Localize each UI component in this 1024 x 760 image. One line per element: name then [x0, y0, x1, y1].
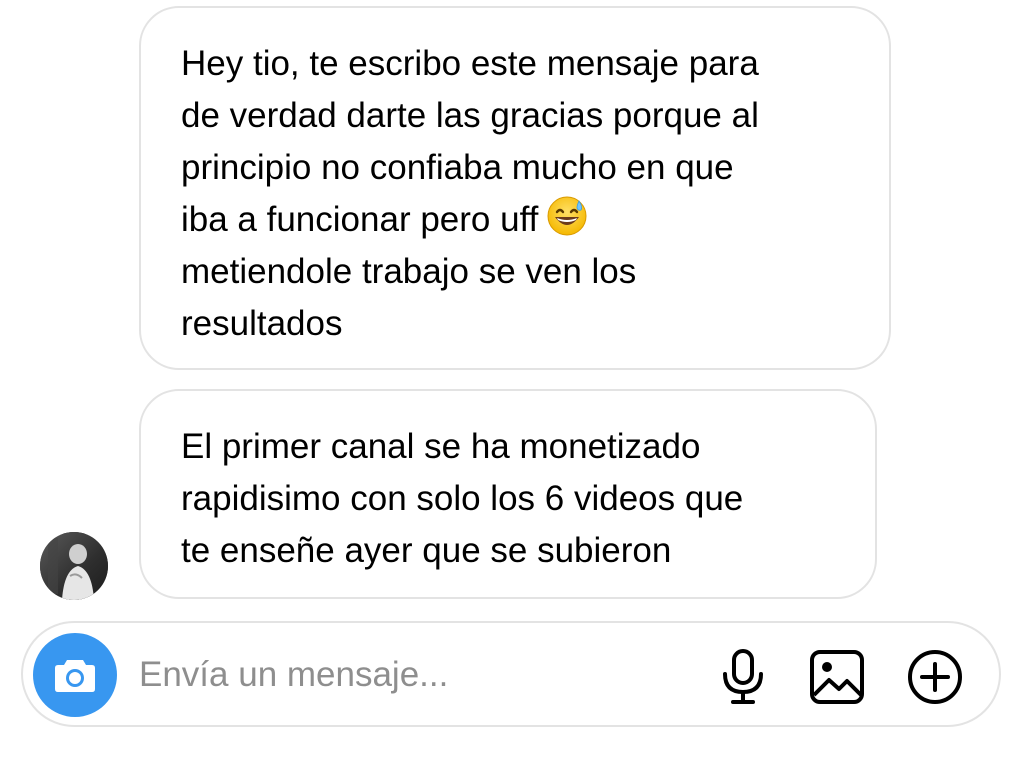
- message-composer: [21, 621, 1001, 727]
- avatar-photo: [40, 532, 108, 600]
- message-input[interactable]: [139, 647, 699, 703]
- camera-icon: [55, 660, 95, 692]
- message-text-line-with-emoji: iba a funcionar pero uff: [181, 194, 853, 246]
- message-text-line: El primer canal se ha monetizado: [181, 427, 701, 466]
- message-bubble[interactable]: El primer canal se ha monetizado rapidis…: [139, 389, 877, 599]
- message-text-line: rapidisimo con solo los 6 videos que: [181, 479, 744, 518]
- chat-screen: Hey tio, te escribo este mensaje para de…: [0, 0, 1024, 760]
- image-icon: [810, 650, 864, 704]
- avatar[interactable]: [40, 532, 108, 600]
- message-text-line: resultados: [181, 304, 343, 343]
- microphone-button[interactable]: [713, 647, 773, 707]
- plus-circle-icon: [908, 650, 962, 704]
- grinning-face-with-sweat-icon: [547, 196, 587, 236]
- message-text-line: iba a funcionar pero uff: [181, 200, 539, 239]
- message-text-line: te enseñe ayer que se subieron: [181, 531, 672, 570]
- message-text-line: Hey tio, te escribo este mensaje para: [181, 44, 759, 83]
- message-text-line: de verdad darte las gracias porque al: [181, 96, 759, 135]
- gallery-button[interactable]: [807, 647, 867, 707]
- camera-button[interactable]: [33, 633, 117, 717]
- add-button[interactable]: [905, 647, 965, 707]
- message-text-line: principio no confiaba mucho en que: [181, 148, 734, 187]
- message-bubble[interactable]: Hey tio, te escribo este mensaje para de…: [139, 6, 891, 370]
- microphone-icon: [723, 649, 763, 704]
- message-text-line: metiendole trabajo se ven los: [181, 252, 637, 291]
